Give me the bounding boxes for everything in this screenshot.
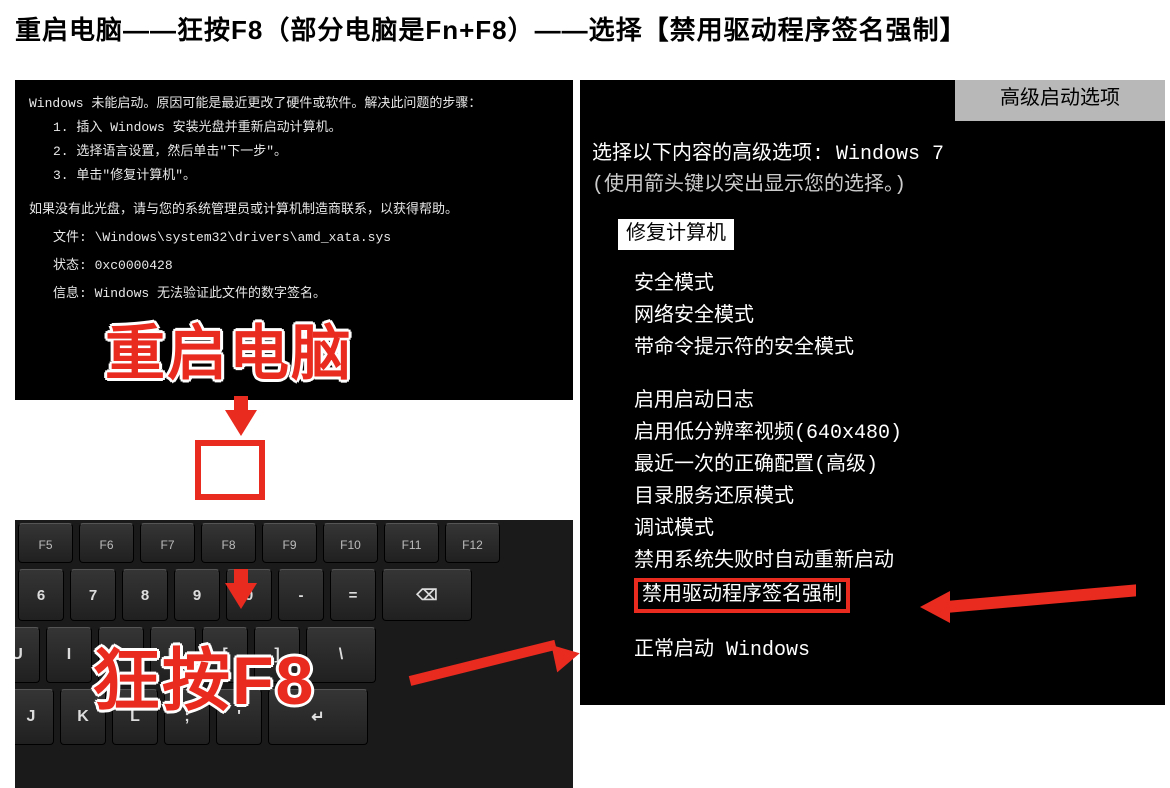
- status-label: 状态:: [53, 258, 87, 273]
- page-title: 重启电脑——狂按F8（部分电脑是Fn+F8）——选择【禁用驱动程序签名强制】: [0, 0, 1170, 57]
- option-disable-driver-sig[interactable]: 禁用驱动程序签名强制: [634, 578, 850, 613]
- info-value: Windows 无法验证此文件的数字签名。: [95, 286, 326, 301]
- file-value: \Windows\system32\drivers\amd_xata.sys: [95, 230, 391, 245]
- key-f5: F5: [18, 523, 73, 563]
- key-f9: F9: [262, 523, 317, 563]
- option-debug[interactable]: 调试模式: [634, 514, 1153, 545]
- key-f8: F8: [201, 523, 256, 563]
- key-equals: =: [330, 569, 376, 621]
- option-low-res[interactable]: 启用低分辨率视频(640x480): [634, 418, 1153, 449]
- error-info: 信息: Windows 无法验证此文件的数字签名。: [29, 282, 559, 306]
- option-disable-auto-restart[interactable]: 禁用系统失败时自动重新启动: [634, 546, 1153, 577]
- option-safe-mode-network[interactable]: 网络安全模式: [634, 301, 1153, 332]
- repair-computer-option[interactable]: 修复计算机: [618, 219, 734, 250]
- key-backslash: \: [306, 627, 376, 683]
- choose-line: 选择以下内容的高级选项: Windows 7: [592, 139, 1153, 170]
- key-9: 9: [174, 569, 220, 621]
- f8-key-highlight-box: [195, 440, 265, 500]
- key-j: J: [15, 689, 54, 745]
- keyboard-fn-row: F5 F6 F7 F8 F9 F10 F11 F12: [15, 520, 573, 566]
- error-status: 状态: 0xc0000428: [29, 254, 559, 278]
- option-last-known-good[interactable]: 最近一次的正确配置(高级): [634, 450, 1153, 481]
- arrow-right-icon: [410, 648, 580, 688]
- option-safe-mode-cmd[interactable]: 带命令提示符的安全模式: [634, 333, 1153, 364]
- arrow-down-icon: [225, 583, 257, 609]
- boot-options-header: 高级启动选项: [955, 80, 1165, 121]
- key-i: I: [46, 627, 92, 683]
- key-6: 6: [18, 569, 64, 621]
- key-f11: F11: [384, 523, 439, 563]
- info-label: 信息:: [53, 286, 87, 301]
- arrow-down-icon: [225, 410, 257, 436]
- option-start-normally[interactable]: 正常启动 Windows: [592, 635, 1153, 666]
- option-safe-mode[interactable]: 安全模式: [634, 269, 1153, 300]
- error-step-3: 3. 单击"修复计算机"。: [29, 164, 559, 188]
- label-restart: 重启电脑: [105, 305, 353, 392]
- keyboard-num-row: 6 7 8 9 0 - = ⌫: [15, 566, 573, 624]
- hint-line: (使用箭头键以突出显示您的选择。): [592, 170, 1153, 201]
- key-f7: F7: [140, 523, 195, 563]
- error-step-1: 1. 插入 Windows 安装光盘并重新启动计算机。: [29, 116, 559, 140]
- file-label: 文件:: [53, 230, 87, 245]
- key-7: 7: [70, 569, 116, 621]
- error-note: 如果没有此光盘，请与您的系统管理员或计算机制造商联系，以获得帮助。: [29, 198, 559, 222]
- option-dsrm[interactable]: 目录服务还原模式: [634, 482, 1153, 513]
- key-8: 8: [122, 569, 168, 621]
- error-intro: Windows 未能启动。原因可能是最近更改了硬件或软件。解决此问题的步骤：: [29, 92, 559, 116]
- key-f6: F6: [79, 523, 134, 563]
- boot-options-group2: 启用启动日志 启用低分辨率视频(640x480) 最近一次的正确配置(高级) 目…: [592, 386, 1153, 613]
- key-u: U: [15, 627, 40, 683]
- key-minus: -: [278, 569, 324, 621]
- boot-options-group1: 安全模式 网络安全模式 带命令提示符的安全模式: [592, 269, 1153, 364]
- key-f10: F10: [323, 523, 378, 563]
- key-backspace: ⌫: [382, 569, 472, 621]
- arrow-left-icon: [920, 585, 1140, 629]
- error-file: 文件: \Windows\system32\drivers\amd_xata.s…: [29, 226, 559, 250]
- key-f12: F12: [445, 523, 500, 563]
- error-step-2: 2. 选择语言设置，然后单击"下一步"。: [29, 140, 559, 164]
- option-boot-logging[interactable]: 启用启动日志: [634, 386, 1153, 417]
- status-value: 0xc0000428: [95, 258, 173, 273]
- label-press-f8: 狂按F8: [92, 625, 315, 724]
